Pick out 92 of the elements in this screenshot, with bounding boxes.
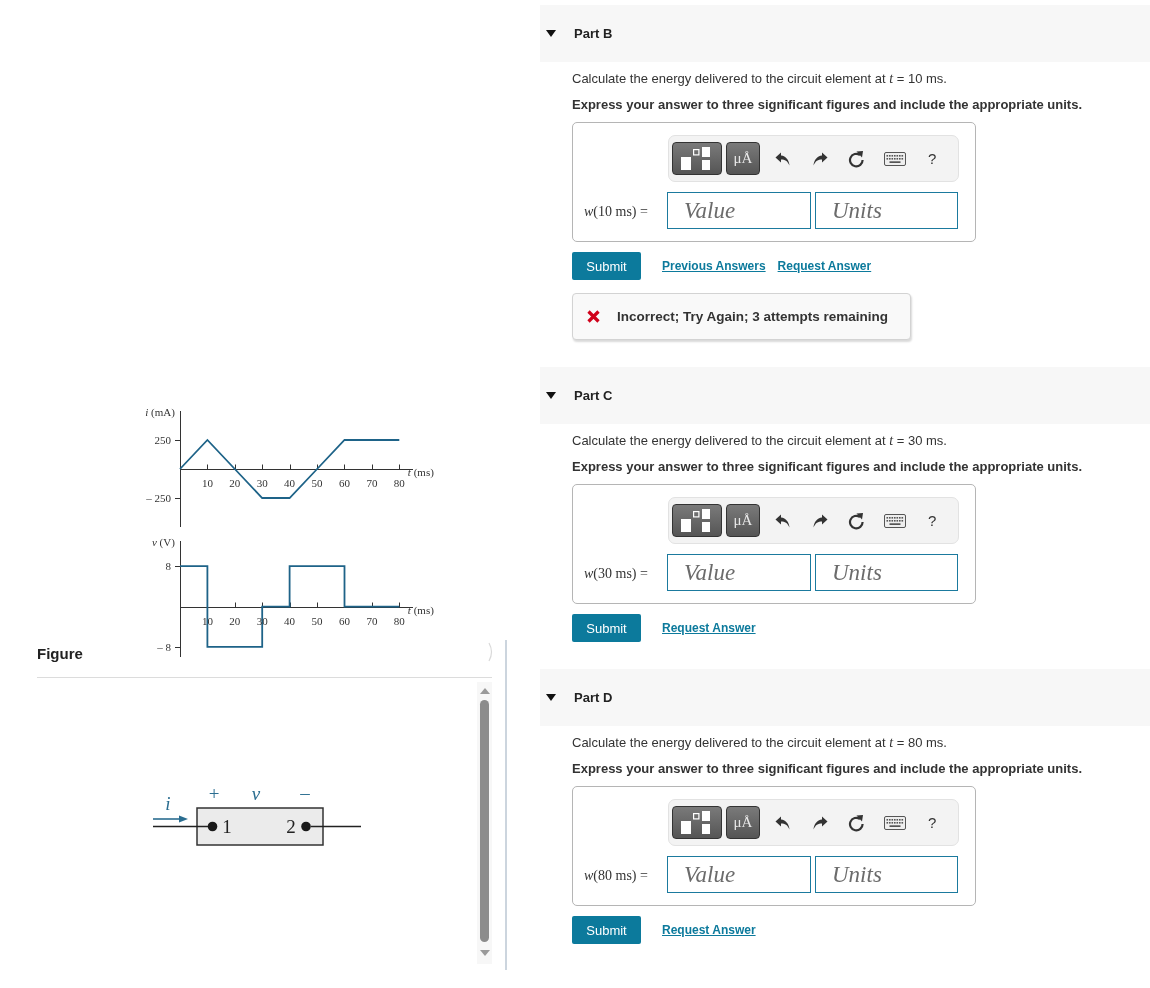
plus-sign: + [208,783,219,804]
value-field[interactable]: Value [667,554,811,591]
voltage-label: v [251,783,260,804]
units-field[interactable]: Units [815,554,958,591]
keyboard-icon[interactable] [884,151,906,166]
question-text: Calculate the energy delivered to the circuit element at t = 10 ms. [572,71,948,87]
undo-icon[interactable] [775,151,791,166]
tick-label: 10 [201,476,213,489]
part-title: Part D [574,690,613,705]
text-link[interactable]: Request Answer [777,259,872,273]
part-header[interactable]: Part B [540,5,1150,62]
tick-label: 60 [338,476,350,489]
wire [309,825,362,828]
tick-label: 80 [393,614,405,627]
keyboard-icon[interactable] [884,513,906,528]
units-button[interactable]: μÅ [726,806,760,839]
tick-label: 60 [338,614,350,627]
template-button[interactable] [672,504,722,537]
part-header[interactable]: Part C [540,367,1150,424]
terminal-number: 1 [221,816,232,837]
template-button[interactable] [672,806,722,839]
scrollbar-thumb[interactable] [480,700,489,942]
current-arrow [151,815,188,823]
tick-label: 80 [393,476,405,489]
help-button[interactable]: ? [928,814,937,831]
help-button[interactable]: ? [928,150,937,167]
text-link[interactable]: Previous Answers [662,259,766,273]
tick-label: 50 [311,614,323,627]
text-link[interactable]: Request Answer [662,621,756,635]
units-field[interactable]: Units [815,192,958,229]
part-title: Part B [574,26,613,41]
units-button[interactable]: μÅ [726,142,760,175]
answer-label: w(10 ms) = [584,203,648,219]
keyboard-icon[interactable] [884,815,906,830]
scrollbar[interactable] [477,682,492,964]
value-field[interactable]: Value [667,856,811,893]
tick-label: 20 [229,614,241,627]
scroll-up-icon[interactable] [479,688,490,694]
answer-label: w(80 ms) = [584,867,648,883]
tick-label: – 8 [157,640,171,653]
wire [151,825,209,828]
part-title: Part C [574,388,613,403]
part-header[interactable]: Part D [540,669,1150,726]
value-field[interactable]: Value [667,192,811,229]
minus-sign: – [299,782,310,803]
tick-label: 20 [229,476,241,489]
instruction-text: Express your answer to three significant figures and include the appropriate units. [572,459,1083,475]
tick-label: 40 [283,614,295,627]
figure-heading: Figure [37,645,83,663]
tick-label: 8 [165,560,171,573]
submit-button[interactable]: Submit [572,916,641,944]
terminal-dot [207,821,217,832]
terminal-dot [300,821,311,832]
terminal-number: 2 [285,816,296,837]
current-label: i [164,793,171,814]
question-text: Calculate the energy delivered to the circuit element at t = 30 ms. [572,433,948,449]
undo-icon[interactable] [775,513,791,528]
axis-title: t (ms) [407,602,434,617]
answer-label: w(30 ms) = [584,565,648,581]
caret-down-icon[interactable] [546,694,556,701]
tick-label: 50 [311,476,323,489]
tick-label: – 250 [146,492,171,504]
submit-button[interactable]: Submit [572,252,641,280]
axis-title: v (V) [151,535,175,549]
tick-label: 250 [154,434,171,446]
text-link[interactable]: Request Answer [662,923,756,937]
tick-label: 30 [256,476,268,489]
redo-icon[interactable] [812,151,828,166]
caret-down-icon[interactable] [546,392,556,399]
undo-icon[interactable] [775,815,791,830]
axis-title: t (ms) [407,464,434,479]
redo-icon[interactable] [812,815,828,830]
submit-button[interactable]: Submit [572,614,641,642]
instruction-text: Express your answer to three significant figures and include the appropriate units. [572,761,1083,777]
question-text: Calculate the energy delivered to the circuit element at t = 80 ms. [572,735,948,751]
tick-label: 70 [366,614,378,627]
units-button[interactable]: μÅ [726,504,760,537]
redo-icon[interactable] [812,513,828,528]
template-button[interactable] [672,142,722,175]
tick-label: 40 [283,476,295,489]
caret-down-icon[interactable] [546,30,556,37]
help-button[interactable]: ? [928,512,937,529]
axis-title: i (mA) [145,405,175,419]
scroll-down-icon[interactable] [479,950,490,956]
reset-icon[interactable] [847,813,865,832]
cross-icon [587,310,600,323]
feedback-text: Incorrect; Try Again; 3 attempts remaining [617,309,889,324]
units-field[interactable]: Units [815,856,958,893]
instruction-text: Express your answer to three significant figures and include the appropriate units. [572,97,1083,113]
tick-label: 70 [366,476,378,489]
reset-icon[interactable] [847,511,865,530]
reset-icon[interactable] [847,149,865,168]
